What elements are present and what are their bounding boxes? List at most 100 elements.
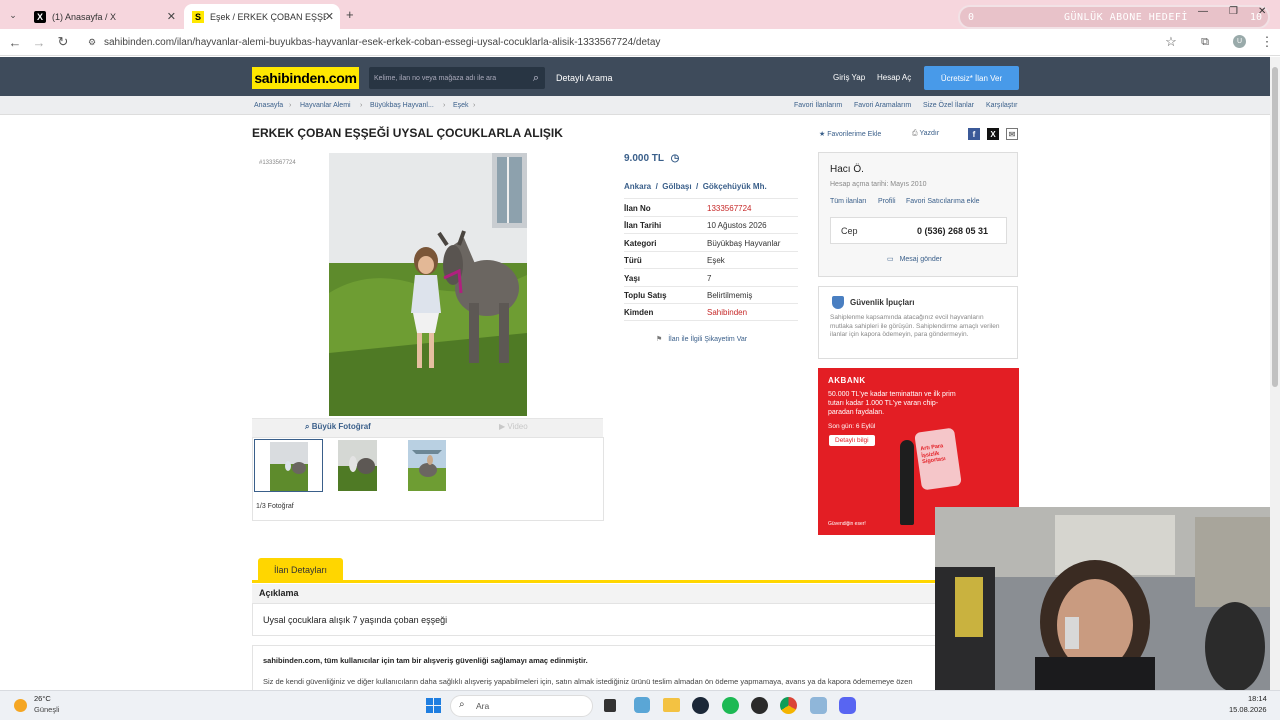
detailed-search-link[interactable]: Detaylı Arama [556, 73, 613, 83]
description-body: Uysal çocuklara alışık 7 yaşında çoban e… [252, 604, 942, 636]
task-view-icon[interactable] [604, 699, 616, 712]
sahibinden-favicon-icon: S [192, 10, 204, 23]
play-icon: ▶ [499, 422, 506, 431]
safety-text: Sahiplenme kapsamında atacağınız evcil h… [830, 314, 1000, 338]
extensions-icon[interactable]: ⧉ [1197, 34, 1213, 50]
breadcrumb-item[interactable]: Büyükbaş Hayvanl... [370, 102, 434, 109]
star-icon: ★ [819, 131, 826, 138]
x-share-icon[interactable]: X [987, 128, 999, 140]
browser-toolbar: ← → ↻ ⚙ sahibinden.com/ilan/hayvanlar-al… [0, 29, 1280, 56]
complaint-link[interactable]: ⚑ İlan ile İlgili Şikayetim Var [656, 335, 747, 343]
send-message-button[interactable]: ▭ Mesaj gönder [887, 255, 942, 263]
description-header: Açıklama [252, 584, 942, 604]
email-share-icon[interactable]: ✉ [1006, 128, 1018, 140]
info-label: İlan No [624, 204, 651, 213]
site-logo[interactable]: sahibinden.com [252, 67, 359, 89]
close-icon[interactable]: ✕ [325, 10, 334, 23]
info-label: Kategori [624, 238, 657, 248]
main-photo[interactable] [329, 153, 527, 416]
safety-notice: sahibinden.com, tüm kullanıcılar için ta… [252, 645, 1017, 690]
photos-app-icon[interactable] [634, 697, 650, 713]
phone-number[interactable]: 0 (536) 268 05 31 [917, 226, 988, 236]
chrome-icon[interactable] [780, 697, 797, 714]
browser-tab-bar: ⌄ X (1) Anasayfa / X ✕ S Eşek / ERKEK ÇO… [0, 0, 1280, 29]
info-label: Kimden [624, 308, 654, 318]
post-listing-button[interactable]: Ücretsiz* İlan Ver [924, 66, 1019, 90]
phone-label: Cep [841, 226, 858, 236]
bookmark-star-icon[interactable]: ☆ [1163, 34, 1179, 50]
location[interactable]: Ankara / Gölbaşı / Gökçehüyük Mh. [624, 182, 767, 191]
scrollbar-thumb[interactable] [1272, 67, 1278, 387]
steam-icon[interactable] [692, 697, 709, 714]
thumbnail-3[interactable] [408, 440, 446, 491]
info-row: Toplu Satış Belirtilmemiş [624, 287, 798, 304]
tab-listing[interactable]: S Eşek / ERKEK ÇOBAN EŞŞEĞİ UY ✕ [184, 4, 340, 29]
profile-avatar[interactable]: U [1233, 35, 1246, 48]
seller-profile-link[interactable]: Profili [878, 198, 896, 205]
seller-all-listings-link[interactable]: Tüm ilanları [830, 198, 867, 205]
ad-cta-button[interactable]: Detaylı bilgi [829, 435, 875, 446]
file-explorer-icon[interactable] [663, 698, 680, 712]
details-tab[interactable]: İlan Detayları [258, 558, 343, 581]
ad-person [900, 440, 914, 525]
search-input[interactable]: Kelime, ilan no veya mağaza adı ile ara … [369, 67, 545, 89]
breadcrumb-item[interactable]: Anasayfa [254, 102, 283, 109]
tab-x-home[interactable]: X (1) Anasayfa / X ✕ [26, 4, 182, 29]
thumbnail-1[interactable] [254, 439, 323, 492]
add-favorite-link[interactable]: ★ Favorilerime Ekle [819, 130, 881, 138]
app-icon[interactable] [810, 697, 827, 714]
thumbnail-image [338, 440, 377, 491]
seller-name[interactable]: Hacı Ö. [830, 164, 864, 175]
thumbnail-2[interactable] [338, 440, 377, 491]
weather-sun-icon[interactable] [14, 699, 27, 712]
add-favorite-label: Favorilerime Ekle [827, 131, 882, 138]
price-history-icon[interactable]: ◷ [671, 153, 680, 164]
browser-menu-icon[interactable]: ⋮ [1259, 34, 1275, 50]
forward-icon[interactable]: → [31, 34, 47, 50]
ad-product-card: Artı Para İşsizlik Sigortası [914, 427, 962, 491]
print-label: Yazdır [919, 130, 940, 137]
address-bar[interactable]: ⚙ sahibinden.com/ilan/hayvanlar-alemi-bu… [80, 32, 1190, 53]
tab-search-icon[interactable]: ⌄ [5, 7, 21, 23]
page-scrollbar[interactable] [1270, 57, 1280, 690]
ad-headline: 50.000 TL'ye kadar teminattan ve ilk pri… [828, 391, 956, 416]
complaint-label: İlan ile İlgili Şikayetim Var [668, 336, 748, 343]
taskbar-search[interactable]: ⌕ Ara [450, 695, 593, 717]
register-link[interactable]: Hesap Aç [877, 73, 911, 82]
close-icon[interactable]: ✕ [167, 10, 176, 23]
shield-icon [832, 296, 844, 309]
maximize-icon[interactable]: ❐ [1229, 6, 1238, 17]
spotify-icon[interactable] [722, 697, 739, 714]
compare-link[interactable]: Karşılaştır [986, 102, 1018, 109]
site-header: sahibinden.com Kelime, ilan no veya mağa… [0, 57, 1270, 96]
search-icon[interactable]: ⌕ [533, 72, 539, 85]
favorite-searches-link[interactable]: Favori Aramalarım [854, 102, 911, 109]
send-message-label: Mesaj gönder [899, 256, 942, 263]
site-info-icon[interactable]: ⚙ [88, 37, 96, 48]
back-icon[interactable]: ← [7, 34, 23, 50]
ad-deadline: Son gün: 6 Eylül [828, 423, 876, 430]
breadcrumb-item[interactable]: Eşek [453, 102, 469, 109]
login-link[interactable]: Giriş Yap [833, 73, 865, 82]
windows-start-icon[interactable] [426, 698, 441, 713]
close-window-icon[interactable]: ✕ [1258, 6, 1266, 17]
big-photo-label: Büyük Fotoğraf [311, 422, 371, 431]
info-value: Büyükbaş Hayvanlar [707, 238, 781, 248]
app-icon[interactable] [751, 697, 768, 714]
info-value: Eşek [707, 256, 725, 266]
big-photo-button[interactable]: ⌕ Büyük Fotoğraf [305, 422, 371, 432]
info-value[interactable]: Sahibinden [707, 308, 747, 317]
facebook-icon[interactable]: f [968, 128, 980, 140]
favorite-listings-link[interactable]: Favori İlanlarım [794, 102, 842, 109]
price-block: 9.000 TL ◷ [624, 153, 679, 164]
discord-icon[interactable] [839, 697, 856, 714]
new-tab-button[interactable]: + [346, 7, 354, 22]
info-label: Yaşı [624, 273, 641, 283]
special-listings-link[interactable]: Size Özel İlanlar [923, 102, 974, 109]
add-favorite-seller-link[interactable]: Favori Satıcılarıma ekle [906, 198, 980, 205]
minimize-icon[interactable]: — [1198, 6, 1208, 17]
breadcrumb-item[interactable]: Hayvanlar Alemi [300, 102, 351, 109]
info-value[interactable]: 1333567724 [707, 204, 752, 213]
print-link[interactable]: ⎙ Yazdır [912, 130, 939, 138]
reload-icon[interactable]: ↻ [55, 34, 71, 50]
